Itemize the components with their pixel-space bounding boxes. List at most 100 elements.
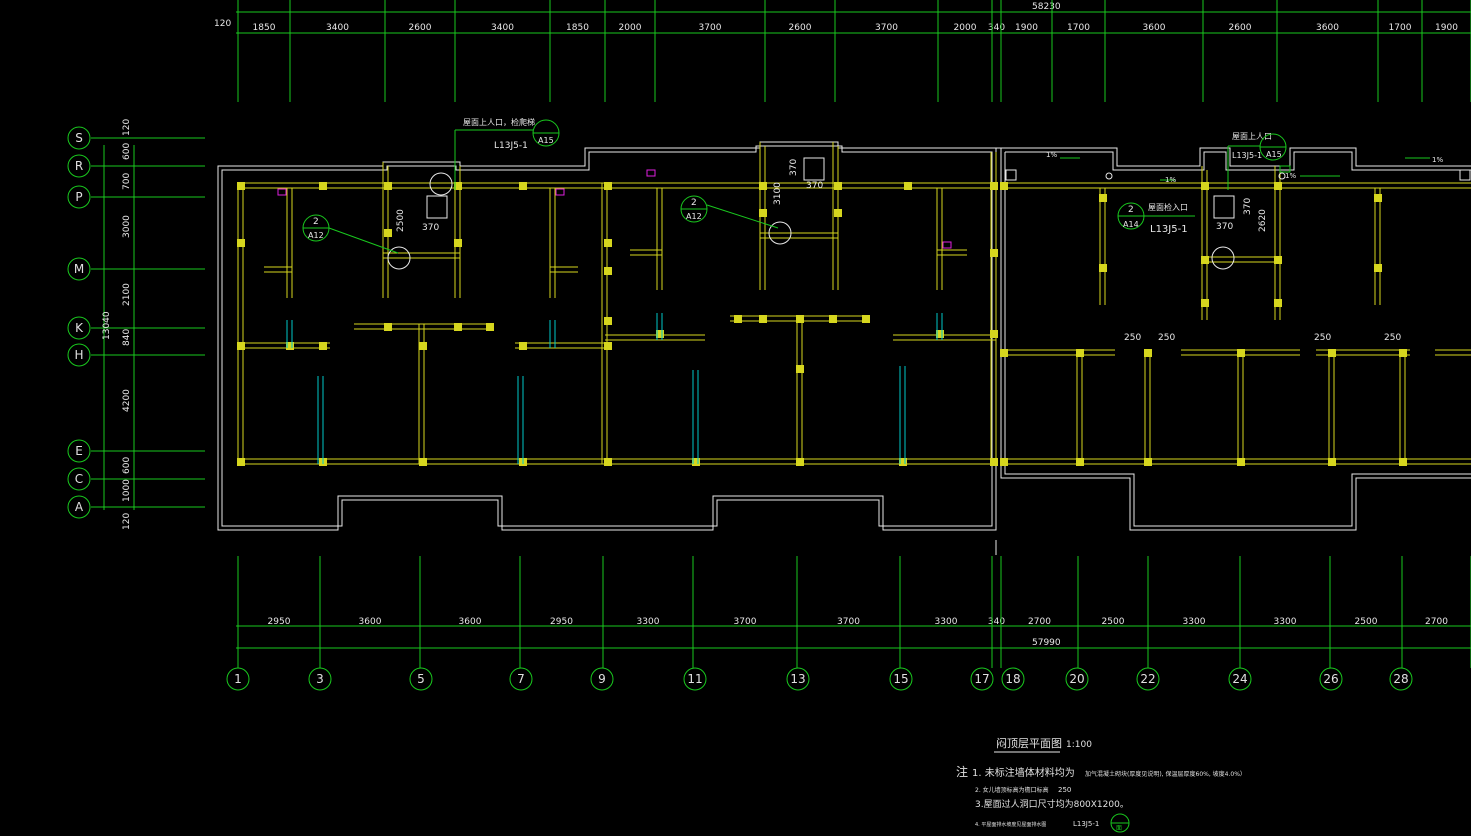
left-dim-value: 4200 xyxy=(122,389,132,412)
column xyxy=(1374,194,1382,202)
bottom-dim-value: 2950 xyxy=(268,617,291,627)
column-axis-label: 24 xyxy=(1232,672,1247,686)
bottom-dimension-block: 57990 2950 3600 3600 2950 3300 3700 3700 3300 34… xyxy=(226,556,1471,691)
column-axis-label: 13 xyxy=(790,672,805,686)
column xyxy=(904,182,912,190)
slope-2: 1% xyxy=(1165,176,1176,184)
column xyxy=(604,182,612,190)
note-4-bubble: 面 xyxy=(1116,825,1122,832)
dim-250-b: 250 xyxy=(1158,333,1175,343)
drawing-notes: 闷顶层平面图 1:100 注 1. 未标注墙体材料均为 加气混凝土砌块(厚度见说… xyxy=(956,736,1246,833)
column xyxy=(990,249,998,257)
column xyxy=(319,182,327,190)
bubble-num-2: 2 xyxy=(691,198,697,208)
note-2: 2. 女儿墙顶标高为檐口标高 xyxy=(975,786,1049,794)
column xyxy=(519,342,527,350)
top-dim-value: 3400 xyxy=(326,23,349,33)
column xyxy=(604,317,612,325)
top-dim-value: 1700 xyxy=(1389,23,1412,33)
roof-hatch-note-1: 屋面上人口，检爬梯 xyxy=(463,117,535,127)
building-outline xyxy=(217,141,1471,555)
column xyxy=(384,229,392,237)
dim-3100: 3100 xyxy=(773,182,783,205)
column xyxy=(419,342,427,350)
top-dim-value: 1900 xyxy=(1015,23,1038,33)
column xyxy=(1274,299,1282,307)
bubble-a12b: A12 xyxy=(686,212,702,221)
top-dim-value: 3600 xyxy=(1316,23,1339,33)
column xyxy=(454,239,462,247)
bubble-num-3: 2 xyxy=(1128,205,1134,215)
left-dim-value: 700 xyxy=(122,173,132,190)
detail-elements xyxy=(277,157,1471,464)
column xyxy=(604,342,612,350)
top-total-dim: 58230 xyxy=(1032,2,1061,12)
top-dim-value: 3600 xyxy=(1143,23,1166,33)
left-dim-value: 600 xyxy=(122,143,132,160)
column xyxy=(990,330,998,338)
bubble-num-1: 2 xyxy=(313,217,319,227)
bottom-dim-value: 3300 xyxy=(935,617,958,627)
left-dim-value: 2100 xyxy=(122,283,132,306)
column xyxy=(796,458,804,466)
top-dim-value: 2000 xyxy=(619,23,642,33)
left-dim-values: 120 600 700 3000 2100 840 4200 600 1000 120 xyxy=(122,119,132,530)
drawing-scale: 1:100 xyxy=(1066,740,1092,750)
column xyxy=(1000,349,1008,357)
bubble-a12: A12 xyxy=(308,231,324,240)
column xyxy=(1201,256,1209,264)
bottom-dim-value: 3600 xyxy=(359,617,382,627)
plan-annotations: 屋面上人口，检爬梯 L13J5-1 A15 2 A12 2 A12 370 25… xyxy=(302,117,1443,343)
column xyxy=(1076,458,1084,466)
bottom-dim-value: 3300 xyxy=(637,617,660,627)
column-axis-label: 17 xyxy=(974,672,989,686)
left-dim-value: 120 xyxy=(122,119,132,136)
detail-ref-3: L13J5-1 xyxy=(1150,224,1188,235)
row-axis-label: M xyxy=(74,262,84,276)
column xyxy=(990,458,998,466)
column-axis-label: 22 xyxy=(1140,672,1155,686)
note-4: 4. 平屋面排水坡度见屋面排水图 xyxy=(975,821,1046,828)
left-total-dim: 13040 xyxy=(102,311,112,340)
column xyxy=(384,323,392,331)
column xyxy=(1000,458,1008,466)
bubble-a15: A15 xyxy=(538,136,554,145)
column xyxy=(759,315,767,323)
slope-4: 1% xyxy=(1432,156,1443,164)
left-dim-value: 600 xyxy=(122,457,132,474)
column xyxy=(454,323,462,331)
note-1: 1. 未标注墙体材料均为 xyxy=(972,766,1075,779)
bottom-dim-value: 340 xyxy=(988,617,1005,627)
bubble-a15b: A15 xyxy=(1266,150,1282,159)
top-dim-value: 3700 xyxy=(699,23,722,33)
column xyxy=(834,209,842,217)
column xyxy=(1099,194,1107,202)
column xyxy=(1076,349,1084,357)
top-dim-value: 1850 xyxy=(253,23,276,33)
detail-ref-2: L13J5-1 xyxy=(1232,151,1262,160)
top-dim-value: 3700 xyxy=(875,23,898,33)
column xyxy=(486,323,494,331)
top-dimension-block: 58230 120 1850 3400 2600 3400 1850 2000 3700 26… xyxy=(214,0,1471,102)
top-dim-ticks xyxy=(237,0,1471,102)
note-2-val: 250 xyxy=(1058,786,1071,794)
bottom-dim-value: 3700 xyxy=(734,617,757,627)
column xyxy=(237,458,245,466)
row-axis-label: K xyxy=(75,321,84,335)
column xyxy=(734,315,742,323)
top-dim-value: 2000 xyxy=(954,23,977,33)
column xyxy=(834,182,842,190)
note-1b: 加气混凝土砌块(厚度见说明), 保温层厚度60%, 坡度4.0%） xyxy=(1085,770,1246,778)
column xyxy=(1274,182,1282,190)
floor-plan-drawing: 58230 120 1850 3400 2600 3400 1850 2000 3700 26… xyxy=(67,0,1471,833)
top-dim-value: 1850 xyxy=(566,23,589,33)
column xyxy=(796,365,804,373)
column xyxy=(604,239,612,247)
bottom-dim-value: 3300 xyxy=(1274,617,1297,627)
dim-250-c: 250 xyxy=(1314,333,1331,343)
column xyxy=(829,315,837,323)
column xyxy=(1399,349,1407,357)
row-axis-label: A xyxy=(75,500,84,514)
column xyxy=(604,458,612,466)
roof-hatch-note-3: 屋面检入口 xyxy=(1148,202,1188,212)
